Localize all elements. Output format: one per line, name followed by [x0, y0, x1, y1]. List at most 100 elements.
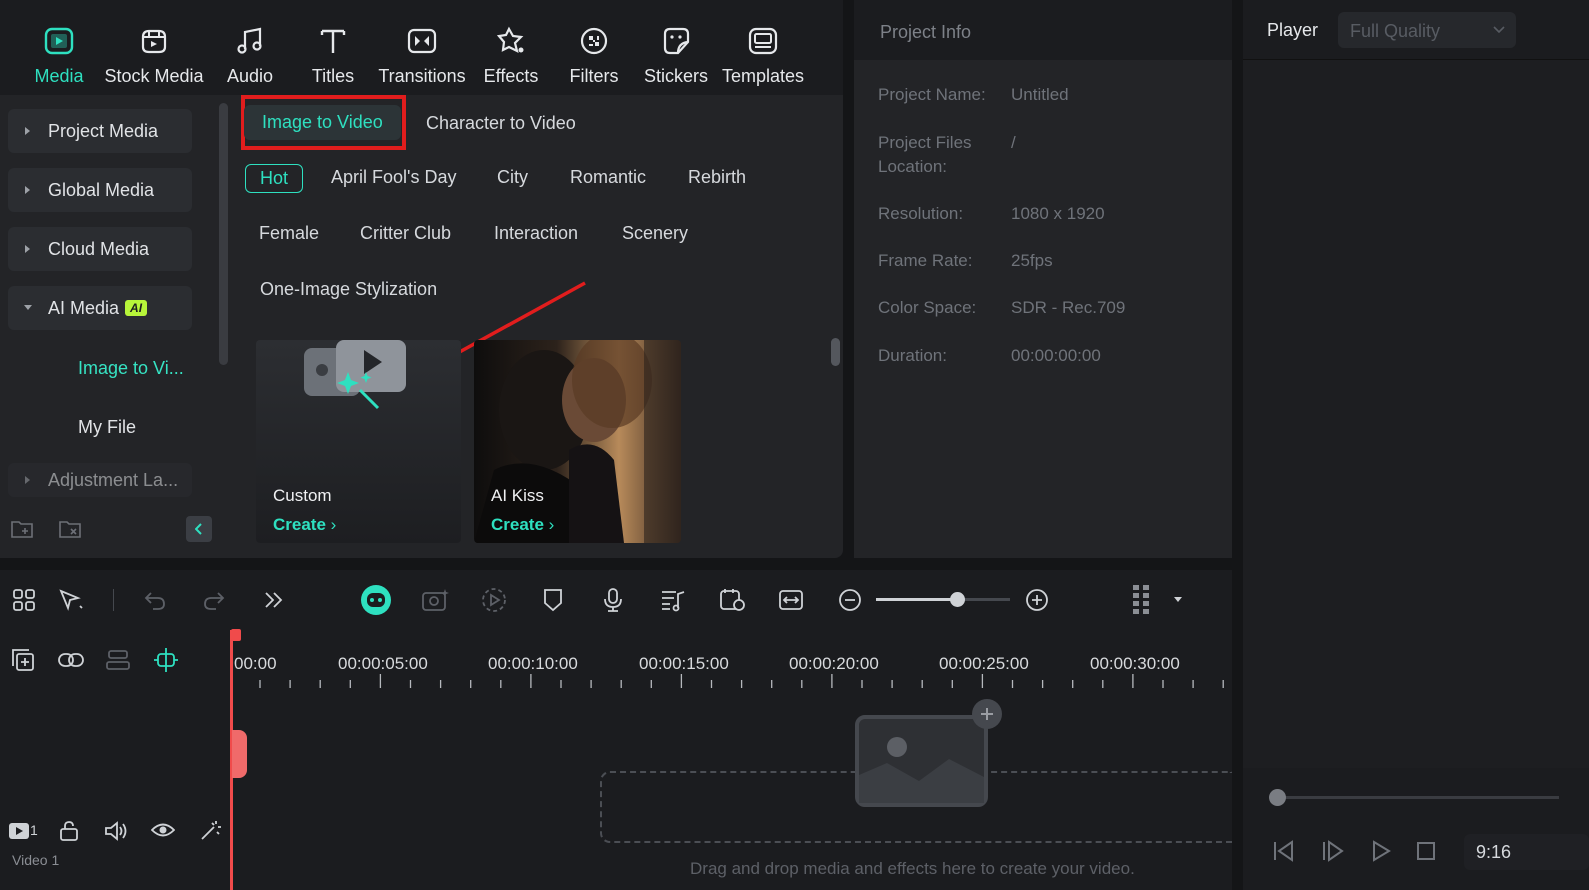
player-header: Player Full Quality	[1243, 0, 1589, 60]
tab-stickers-label: Stickers	[644, 66, 709, 86]
tab-stock-media[interactable]: Stock Media	[103, 24, 205, 90]
playback-progress-track[interactable]	[1279, 796, 1559, 799]
ruler-tick-label: 00:00:05:00	[338, 654, 428, 673]
category-rebirth[interactable]: Rebirth	[688, 167, 746, 188]
duration-value: 00:00:00:00	[1011, 346, 1101, 365]
mute-track-icon[interactable]	[104, 820, 128, 842]
sidebar-item-project-media[interactable]: Project Media	[8, 109, 192, 153]
sidebar-item-ai-media[interactable]: AI Media AI	[8, 286, 192, 330]
category-april-fools-day[interactable]: April Fool's Day	[331, 167, 456, 188]
previous-frame-icon[interactable]	[1272, 840, 1296, 862]
tab-effects[interactable]: Effects	[482, 24, 540, 90]
sidebar-scrollbar[interactable]	[219, 103, 228, 365]
add-track-icon[interactable]	[11, 648, 35, 672]
ruler-tick-label: 00:00:10:00	[488, 654, 578, 673]
more-tools-icon[interactable]	[263, 589, 285, 611]
create-button[interactable]: Create ›	[273, 515, 336, 535]
track-align-icon[interactable]	[105, 648, 131, 672]
template-card-custom[interactable]: Custom Create ›	[256, 340, 461, 543]
templates-icon	[748, 27, 778, 55]
sidebar-subitem-image-to-video[interactable]: Image to Vi...	[78, 358, 184, 379]
remove-folder-icon[interactable]	[59, 519, 83, 539]
sidebar-item-adjustment-layer[interactable]: Adjustment La...	[8, 463, 192, 497]
redo-icon[interactable]	[202, 589, 226, 611]
add-media-button[interactable]	[972, 699, 1002, 729]
ruler-tick-label: 00:00	[234, 654, 277, 673]
stop-icon[interactable]	[1416, 841, 1436, 861]
aspect-ratio-value: 9:16	[1476, 842, 1512, 862]
undo-icon[interactable]	[143, 589, 167, 611]
tab-audio[interactable]: Audio	[222, 24, 278, 90]
fit-timeline-icon[interactable]	[778, 588, 804, 612]
microphone-icon[interactable]	[602, 587, 624, 613]
zoom-slider-track[interactable]	[958, 598, 1010, 601]
visibility-eye-icon[interactable]	[151, 821, 175, 839]
playhead-grip[interactable]	[232, 730, 247, 778]
caret-down-icon[interactable]	[1173, 596, 1183, 603]
caret-right-icon	[8, 475, 48, 485]
tab-stickers[interactable]: Stickers	[644, 24, 708, 90]
drop-hint: Drag and drop media and effects here to …	[690, 859, 1135, 878]
player-preview[interactable]	[1243, 60, 1589, 768]
ai-copilot-icon[interactable]	[360, 584, 392, 616]
tab-transitions[interactable]: Transitions	[378, 24, 466, 90]
play-icon[interactable]	[1370, 840, 1392, 862]
sidebar-item-global-media[interactable]: Global Media	[8, 168, 192, 212]
next-frame-icon[interactable]	[1321, 840, 1345, 862]
category-scenery[interactable]: Scenery	[622, 223, 688, 244]
category-interaction[interactable]: Interaction	[494, 223, 578, 244]
select-tool-icon[interactable]	[58, 588, 84, 612]
category-one-image-stylization[interactable]: One-Image Stylization	[260, 279, 437, 300]
zoom-in-icon[interactable]	[1025, 588, 1049, 612]
chevron-down-icon	[1493, 26, 1505, 34]
media-panel: Media Stock Media Audio Titles Transitio…	[0, 0, 843, 558]
link-icon[interactable]	[57, 648, 85, 672]
track-layout-icon[interactable]	[1131, 583, 1155, 617]
scene-detect-icon[interactable]	[719, 587, 747, 613]
ai-video-enhancer-icon[interactable]	[421, 587, 449, 613]
tab-transitions-label: Transitions	[378, 66, 466, 86]
collapse-sidebar-button[interactable]	[186, 516, 212, 542]
tab-filters[interactable]: Filters	[568, 24, 620, 90]
new-folder-icon[interactable]	[11, 519, 35, 539]
zoom-slider-fill[interactable]	[876, 598, 958, 601]
tab-image-to-video[interactable]: Image to Video	[244, 105, 401, 140]
timeline-ruler[interactable]	[232, 672, 1232, 692]
marker-shield-icon[interactable]	[542, 587, 564, 613]
content-scrollbar[interactable]	[831, 338, 840, 366]
project-name-value: Untitled	[1011, 85, 1069, 104]
category-hot[interactable]: Hot	[245, 164, 304, 193]
playhead-handle[interactable]	[231, 629, 241, 641]
chevron-left-icon	[195, 523, 202, 535]
quality-select[interactable]: Full Quality	[1338, 12, 1516, 48]
category-female[interactable]: Female	[259, 223, 319, 244]
sidebar-item-cloud-media[interactable]: Cloud Media	[8, 227, 192, 271]
aspect-ratio-select[interactable]: 9:16	[1464, 834, 1589, 870]
magnetic-snap-icon[interactable]	[152, 646, 180, 674]
audio-beat-icon[interactable]	[660, 588, 686, 612]
create-button[interactable]: Create ›	[491, 515, 554, 535]
card-title: AI Kiss	[491, 486, 544, 505]
category-romantic[interactable]: Romantic	[570, 167, 646, 188]
tab-media[interactable]: Media	[30, 24, 88, 90]
tab-templates[interactable]: Templates	[720, 24, 806, 90]
tab-titles[interactable]: Titles	[306, 24, 360, 90]
playback-progress-handle[interactable]	[1269, 789, 1286, 806]
template-card-ai-kiss[interactable]: AI Kiss Create ›	[474, 340, 681, 543]
tab-character-to-video[interactable]: Character to Video	[426, 113, 576, 134]
category-city[interactable]: City	[497, 167, 528, 188]
zoom-slider-handle[interactable]	[950, 592, 965, 607]
auto-reframe-icon[interactable]	[481, 587, 507, 613]
top-tab-bar: Media Stock Media Audio Titles Transitio…	[0, 0, 843, 95]
category-critter-club[interactable]: Critter Club	[360, 223, 451, 244]
ruler-tick-label: 00:00:15:00	[639, 654, 729, 673]
image-to-video-illustration-icon	[304, 340, 406, 410]
tab-stock-media-label: Stock Media	[104, 66, 204, 86]
caret-right-icon	[8, 126, 48, 136]
project-location-value: /	[1011, 133, 1016, 152]
layout-grid-icon[interactable]	[12, 588, 36, 612]
lock-track-icon[interactable]	[58, 820, 80, 842]
track-effect-icon[interactable]	[198, 819, 222, 843]
zoom-out-icon[interactable]	[838, 588, 862, 612]
sidebar-subitem-my-file[interactable]: My File	[78, 417, 136, 438]
